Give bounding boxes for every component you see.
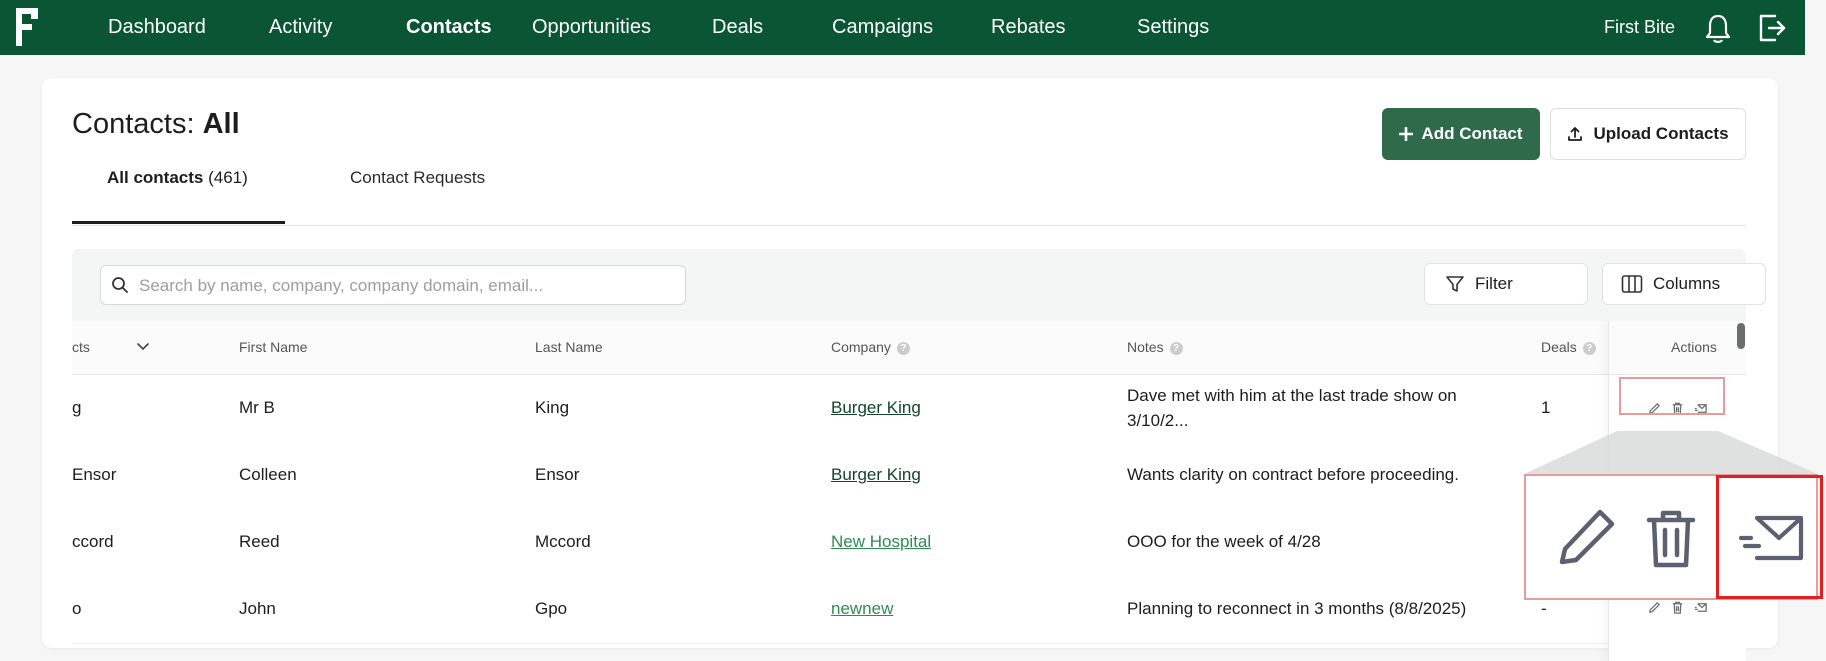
chevron-down-icon[interactable] [136, 342, 150, 352]
cell-last-name: King [535, 398, 570, 417]
header-deals[interactable]: Deals? [1541, 339, 1596, 355]
cell-last-name: Mccord [535, 532, 591, 551]
columns-label: Columns [1653, 274, 1721, 293]
cell-notes-line: 3/10/2... [1127, 411, 1189, 430]
nav-item-contacts[interactable]: Contacts [406, 16, 492, 39]
contacts-table: cts First Name Last Name Company? Notes?… [72, 321, 1746, 661]
header-company[interactable]: Company? [831, 339, 910, 355]
trash-icon[interactable] [1670, 600, 1685, 615]
cell-first-name: Reed [239, 532, 280, 551]
table-row[interactable]: ccord Reed Mccord New Hospital OOO for t… [72, 509, 1746, 577]
tab-contact-requests[interactable]: Contact Requests [350, 168, 485, 188]
add-contact-button[interactable]: Add Contact [1382, 108, 1540, 160]
filter-label: Filter [1475, 274, 1513, 293]
email-action-highlight [1716, 475, 1823, 599]
search-box [100, 265, 686, 306]
cell-last-name: Ensor [535, 465, 580, 484]
logout-icon[interactable] [1757, 12, 1787, 44]
nav-item-rebates[interactable]: Rebates [991, 16, 1066, 39]
page-title-prefix: Contacts: [72, 108, 203, 140]
company-link[interactable]: New Hospital [831, 532, 931, 552]
tab-bar [72, 180, 1746, 226]
filter-button[interactable]: Filter [1424, 263, 1588, 305]
header-contacts[interactable]: cts [72, 339, 90, 355]
edit-icon[interactable] [1556, 504, 1618, 568]
tenant-name[interactable]: First Bite [1604, 17, 1675, 38]
header-company-label: Company [831, 339, 891, 355]
cell-deals: - [1541, 599, 1547, 618]
table-row[interactable]: g Mr B King Burger King Dave met with hi… [72, 375, 1746, 443]
cell-deals: 1 [1541, 398, 1551, 417]
email-icon[interactable] [1737, 512, 1807, 564]
cell-first-name: John [239, 599, 276, 618]
table-row[interactable]: o John Gpo newnew Planning to reconnect … [72, 576, 1746, 644]
upload-icon [1568, 127, 1583, 141]
actions-header: Actions [1609, 321, 1746, 375]
company-link[interactable]: Burger King [831, 398, 921, 418]
upload-contacts-label: Upload Contacts [1593, 124, 1729, 143]
row-actions [1647, 600, 1708, 615]
contacts-card: Contacts: All Add Contact Upload Contact… [42, 78, 1778, 661]
header-notes[interactable]: Notes? [1127, 339, 1183, 355]
tab-all-contacts-label: All contacts [107, 168, 204, 187]
active-tab-indicator [72, 221, 285, 224]
trash-icon[interactable] [1646, 510, 1696, 568]
header-notes-label: Notes [1127, 339, 1164, 355]
app-logo-icon[interactable] [16, 8, 42, 46]
cell-notes: Dave met with him at the last trade show… [1127, 383, 1457, 433]
cell-first-name: Colleen [239, 465, 297, 484]
header-actions: Actions [1671, 339, 1717, 355]
page-title: Contacts: All [72, 108, 240, 141]
vertical-scrollbar[interactable] [1737, 323, 1745, 349]
search-input[interactable] [137, 266, 681, 306]
highlight-box [1619, 377, 1725, 415]
nav-item-opportunities[interactable]: Opportunities [532, 16, 651, 39]
tab-all-contacts-count: (461) [203, 168, 248, 187]
tab-all-contacts[interactable]: All contacts (461) [107, 168, 248, 188]
table-toolbar: Filter Columns [72, 249, 1766, 321]
header-first-name[interactable]: First Name [239, 339, 307, 355]
header-deals-label: Deals [1541, 339, 1577, 355]
help-icon[interactable]: ? [1169, 342, 1183, 355]
cell-contact: ccord [72, 532, 114, 551]
header-contacts-label: cts [72, 339, 90, 355]
cell-notes-line: Dave met with him at the last trade show… [1127, 386, 1457, 405]
cell-contact: g [72, 398, 82, 417]
nav-item-settings[interactable]: Settings [1137, 16, 1209, 39]
cell-notes: Planning to reconnect in 3 months (8/8/2… [1127, 599, 1467, 618]
help-icon[interactable]: ? [1582, 342, 1596, 355]
email-icon[interactable] [1693, 600, 1708, 615]
cell-first-name: Mr B [239, 398, 275, 417]
top-nav: Dashboard Activity Contacts Opportunitie… [0, 0, 1805, 55]
nav-item-deals[interactable]: Deals [712, 16, 763, 39]
company-link[interactable]: newnew [831, 599, 893, 619]
columns-button[interactable]: Columns [1602, 263, 1766, 305]
nav-item-campaigns[interactable]: Campaigns [832, 16, 933, 39]
bell-icon[interactable] [1703, 12, 1733, 44]
nav-item-activity[interactable]: Activity [269, 16, 332, 39]
company-link[interactable]: Burger King [831, 465, 921, 485]
cell-contact: o [72, 599, 82, 618]
search-icon [112, 277, 128, 293]
columns-icon [1621, 275, 1643, 293]
cell-notes: Wants clarity on contract before proceed… [1127, 465, 1459, 484]
table-row[interactable]: Ensor Colleen Ensor Burger King Wants cl… [72, 442, 1746, 510]
edit-icon[interactable] [1647, 600, 1662, 615]
header-last-name[interactable]: Last Name [535, 339, 603, 355]
cell-last-name: Gpo [535, 599, 568, 618]
cell-contact: Ensor [72, 465, 117, 484]
filter-icon [1446, 276, 1464, 292]
cell-notes: OOO for the week of 4/28 [1127, 532, 1321, 551]
table-header: cts First Name Last Name Company? Notes?… [72, 321, 1746, 375]
nav-item-dashboard[interactable]: Dashboard [108, 16, 206, 39]
add-contact-label: Add Contact [1421, 124, 1523, 143]
page-title-filter: All [202, 108, 240, 140]
plus-icon [1399, 127, 1414, 141]
help-icon[interactable]: ? [896, 342, 910, 355]
upload-contacts-button[interactable]: Upload Contacts [1550, 108, 1746, 160]
